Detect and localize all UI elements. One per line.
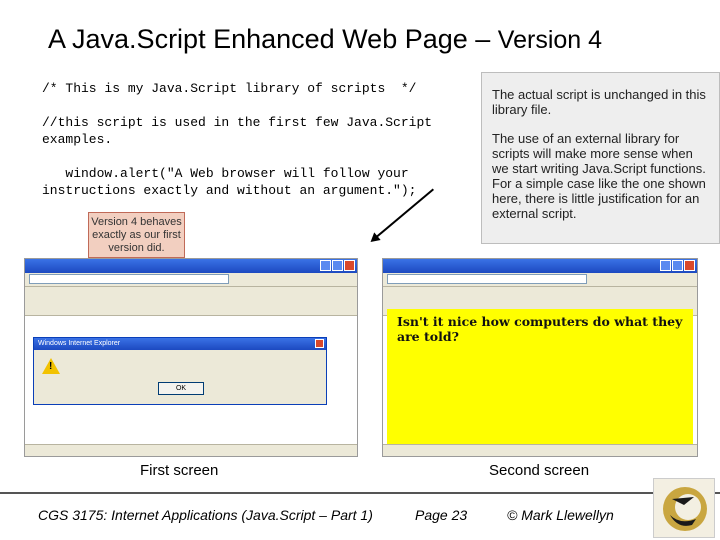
browser-titlebar <box>383 259 697 273</box>
dialog-close-icon <box>315 339 324 348</box>
title-main: A Java.Script Enhanced Web Page <box>48 24 468 54</box>
notes-paragraph: The use of an external library for scrip… <box>492 131 706 221</box>
status-bar <box>25 444 357 456</box>
address-bar <box>25 273 357 287</box>
dialog-title-text: Windows Internet Explorer <box>38 340 121 347</box>
status-bar <box>383 444 697 456</box>
browser-toolbar <box>25 300 357 316</box>
footer-page-number: Page 23 <box>415 507 468 523</box>
slide-title: A Java.Script Enhanced Web Page – Versio… <box>48 24 602 55</box>
second-screen-screenshot: Isn't it nice how computers do what they… <box>382 258 698 457</box>
close-icon <box>344 260 355 271</box>
second-screen-caption: Second screen <box>489 462 590 479</box>
page-viewport: Isn't it nice how computers do what they… <box>387 309 693 444</box>
ok-button: OK <box>158 382 204 395</box>
university-logo <box>653 478 715 538</box>
address-field <box>387 274 587 285</box>
code-line: //this script is used in the first few J… <box>42 115 440 147</box>
address-bar <box>383 273 697 287</box>
title-version: Version 4 <box>497 26 603 54</box>
minimize-icon <box>320 260 331 271</box>
footer-divider <box>0 492 720 494</box>
first-screen-screenshot: Windows Internet Explorer ! OK <box>24 258 358 457</box>
code-line: window.alert("A Web browser will follow … <box>42 166 417 198</box>
address-field <box>29 274 229 285</box>
notes-box: The actual script is unchanged in this l… <box>481 72 720 244</box>
code-line: /* This is my Java.Script library of scr… <box>42 81 417 96</box>
first-screen-caption: First screen <box>140 462 219 479</box>
title-dash: – <box>467 24 498 54</box>
maximize-icon <box>332 260 343 271</box>
browser-titlebar <box>25 259 357 273</box>
dialog-title: Windows Internet Explorer <box>34 338 326 350</box>
menu-bar <box>25 287 357 300</box>
footer-author: © Mark Llewellyn <box>507 507 614 523</box>
page-heading: Isn't it nice how computers do what they… <box>397 314 683 344</box>
alert-dialog: Windows Internet Explorer ! OK <box>33 337 327 405</box>
maximize-icon <box>672 260 683 271</box>
callout-text: Version 4 behaves exactly as our first v… <box>91 216 182 254</box>
notes-paragraph: The actual script is unchanged in this l… <box>492 87 706 117</box>
close-icon <box>684 260 695 271</box>
minimize-icon <box>660 260 671 271</box>
code-block: /* This is my Java.Script library of scr… <box>42 80 462 199</box>
footer-course: CGS 3175: Internet Applications (Java.Sc… <box>38 507 373 523</box>
warning-mark: ! <box>49 361 53 372</box>
menu-bar <box>383 287 697 300</box>
version-callout: Version 4 behaves exactly as our first v… <box>88 212 185 258</box>
